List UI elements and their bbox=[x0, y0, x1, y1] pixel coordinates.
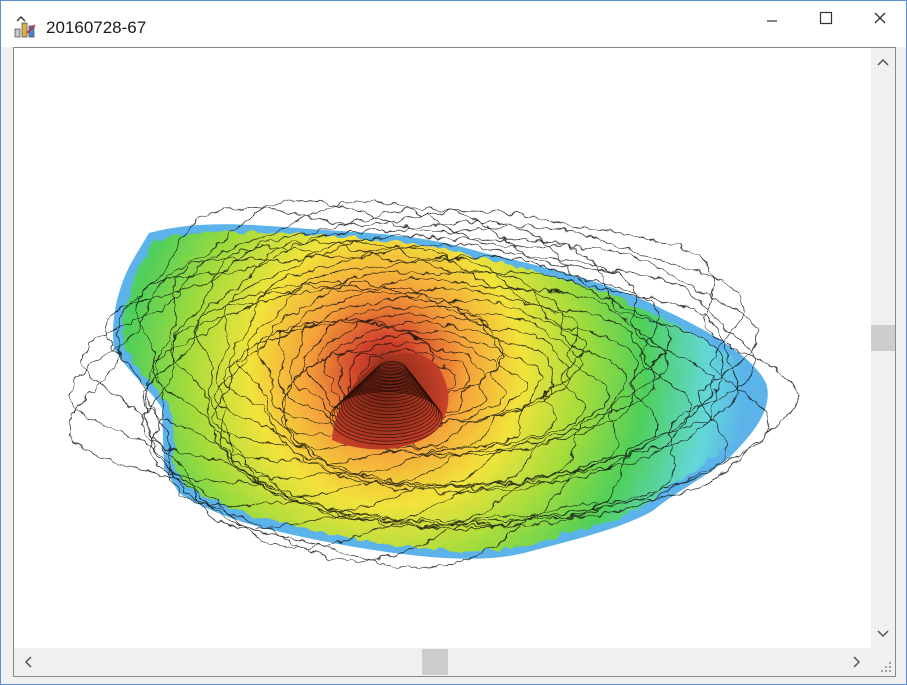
render-viewport[interactable] bbox=[14, 48, 871, 648]
minimize-icon bbox=[767, 20, 777, 22]
resize-grip[interactable] bbox=[871, 648, 895, 676]
chevron-right-icon bbox=[853, 656, 861, 668]
close-button[interactable] bbox=[853, 1, 907, 35]
contour-surface-plot bbox=[68, 199, 800, 569]
scroll-right-button[interactable] bbox=[843, 648, 871, 676]
close-icon bbox=[874, 12, 886, 24]
resize-grip-icon bbox=[881, 662, 891, 672]
chevron-down-icon bbox=[877, 630, 889, 638]
maximize-icon bbox=[819, 11, 833, 25]
scroll-down-button[interactable] bbox=[871, 620, 895, 648]
horizontal-scrollbar[interactable] bbox=[14, 648, 871, 676]
scroll-left-button[interactable] bbox=[14, 648, 42, 676]
chevron-left-icon bbox=[24, 656, 32, 668]
app-window: 20160728-67 bbox=[0, 0, 907, 685]
vertical-scrollbar[interactable] bbox=[871, 48, 895, 648]
horizontal-scroll-thumb[interactable] bbox=[421, 649, 448, 675]
render-app-icon[interactable] bbox=[13, 15, 37, 39]
chevron-up-icon bbox=[877, 58, 889, 66]
vertical-scroll-thumb[interactable] bbox=[871, 324, 895, 351]
minimize-button[interactable] bbox=[745, 1, 799, 35]
title-bar[interactable]: 20160728-67 bbox=[1, 1, 906, 47]
maximize-button[interactable] bbox=[799, 1, 853, 35]
client-area bbox=[13, 47, 896, 677]
window-title: 20160728-67 bbox=[46, 18, 147, 37]
scroll-up-button[interactable] bbox=[871, 48, 895, 76]
